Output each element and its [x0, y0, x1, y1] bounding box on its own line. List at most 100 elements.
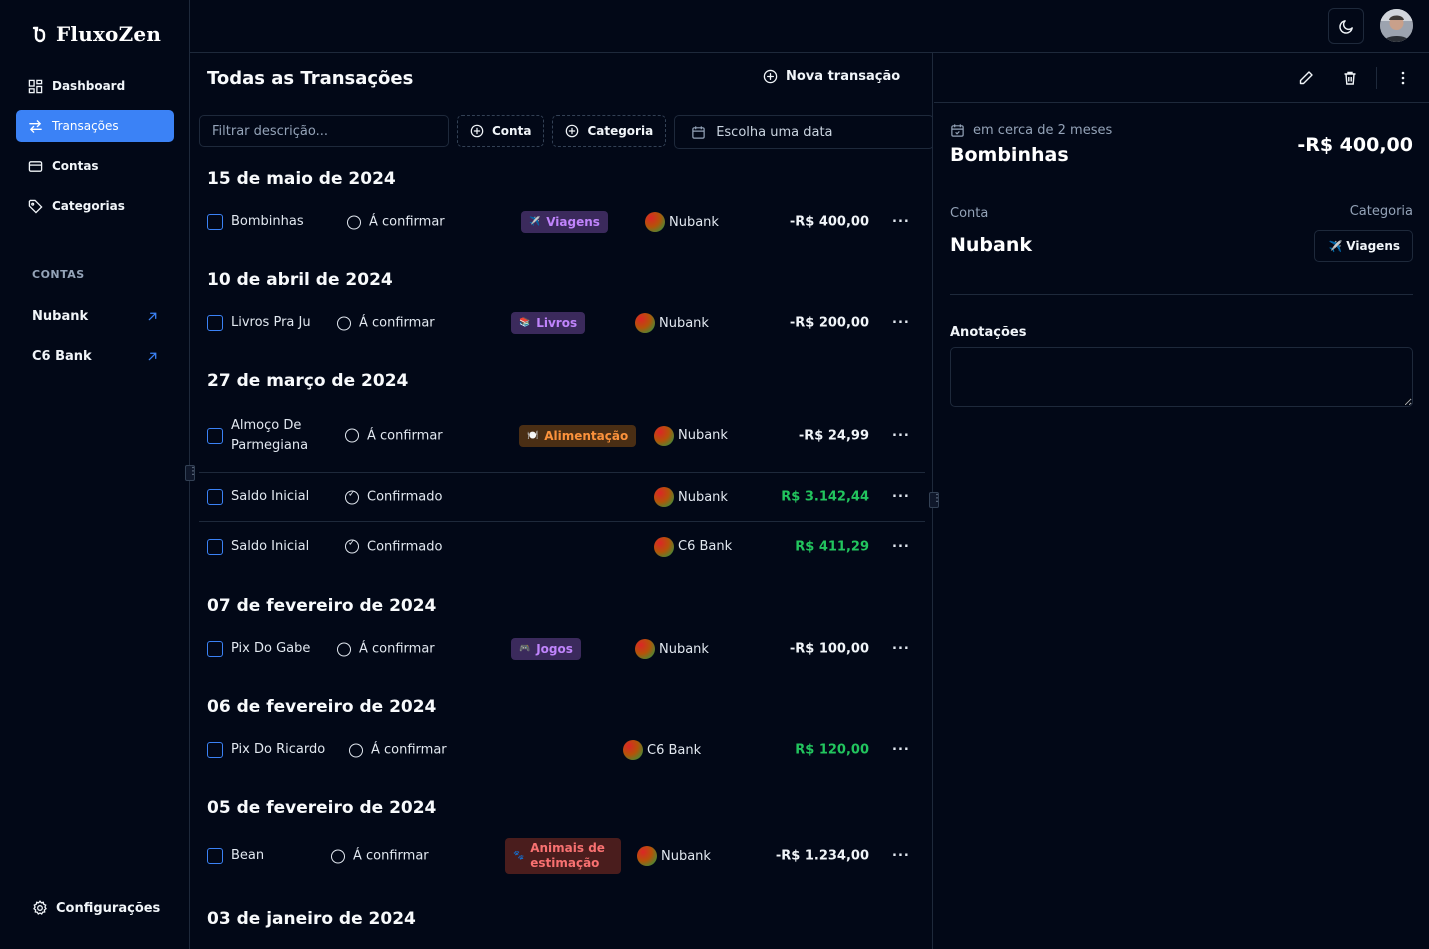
check-circle-icon	[345, 489, 359, 504]
category-badge[interactable]: 🍽️ Alimentação	[519, 424, 637, 447]
transaction-row[interactable]: Saldo Inicial Confirmado C6 Bank R$ 411,…	[199, 522, 925, 571]
row-checkbox[interactable]	[207, 214, 223, 230]
app-logo[interactable]: FluxoZen	[30, 22, 161, 46]
sidebar-resize-handle[interactable]	[185, 465, 198, 481]
transaction-status[interactable]: Confirmado	[345, 489, 443, 505]
pencil-icon	[1299, 71, 1313, 85]
account-filter-label: Conta	[492, 124, 532, 138]
delete-button[interactable]	[1342, 70, 1358, 86]
arrow-up-right-icon	[148, 352, 157, 360]
date-group-title: 27 de março de 2024	[207, 371, 409, 391]
detail-account: Nubank	[950, 234, 1033, 256]
row-checkbox[interactable]	[207, 641, 223, 657]
row-more-button[interactable]: ···	[892, 428, 910, 443]
circle-icon	[349, 743, 363, 757]
transaction-row[interactable]: Almoço De Parmegiana Á confirmar 🍽️ Alim…	[199, 399, 925, 473]
transaction-bank: Nubank	[645, 212, 719, 232]
transaction-row[interactable]: Bombinhas Á confirmar ✈️ Viagens Nubank …	[199, 197, 925, 247]
transaction-amount: R$ 120,00	[795, 742, 869, 758]
gear-icon	[33, 900, 47, 915]
transaction-row[interactable]: Pix Do Gabe Á confirmar 🎮 Jogos Nubank -…	[199, 624, 925, 674]
nav-accounts[interactable]: Contas	[16, 150, 174, 182]
detail-date-text: em cerca de 2 meses	[973, 123, 1113, 138]
transaction-status-label: Á confirmar	[359, 641, 435, 657]
more-options-button[interactable]	[1395, 70, 1411, 86]
dashboard-icon	[28, 79, 43, 93]
transaction-amount: -R$ 1.234,00	[775, 848, 869, 864]
transaction-row[interactable]: Pix Do Ricardo Á confirmar C6 Bank R$ 12…	[199, 725, 925, 775]
transaction-description: Saldo Inicial	[231, 538, 310, 554]
category-label: Livros	[536, 316, 578, 330]
transaction-amount: R$ 411,29	[795, 539, 869, 554]
sidebar-account-c6bank[interactable]: C6 Bank	[32, 340, 158, 372]
detail-category-button[interactable]: ✈️ Viagens	[1313, 230, 1413, 262]
nav-dashboard[interactable]: Dashboard	[16, 70, 174, 102]
nav-transactions[interactable]: Transações	[16, 110, 174, 142]
category-badge[interactable]: 🐾 Animais de estimação	[505, 838, 621, 874]
sidebar-account-nubank[interactable]: Nubank	[32, 300, 158, 332]
settings-link[interactable]: Configurações	[32, 900, 160, 916]
transaction-amount: R$ 3.142,44	[781, 489, 869, 505]
edit-button[interactable]	[1298, 70, 1314, 86]
category-badge[interactable]: ✈️ Viagens	[521, 211, 608, 233]
transaction-row[interactable]: Livros Pra Ju Á confirmar 📚 Livros Nuban…	[199, 298, 925, 348]
bank-label: Nubank	[669, 214, 719, 230]
theme-toggle-button[interactable]	[1328, 8, 1364, 44]
nav-transactions-label: Transações	[52, 119, 119, 133]
transaction-status-label: Confirmado	[367, 489, 443, 505]
transaction-status[interactable]: Á confirmar	[349, 743, 447, 758]
date-picker-button[interactable]: Escolha uma data	[674, 115, 932, 149]
row-checkbox[interactable]	[207, 848, 223, 864]
account-filter-button[interactable]: Conta	[457, 115, 545, 147]
transaction-status[interactable]: Confirmado	[345, 539, 442, 554]
row-more-button[interactable]: ···	[892, 490, 910, 505]
page-title: Todas as Transações	[207, 68, 414, 89]
date-group-title: 15 de maio de 2024	[207, 169, 396, 189]
category-badge[interactable]: 🎮 Jogos	[511, 638, 581, 660]
transaction-amount: -R$ 24,99	[798, 428, 869, 443]
category-filter-label: Categoria	[587, 124, 654, 138]
user-avatar[interactable]	[1380, 9, 1413, 42]
date-group-title: 06 de fevereiro de 2024	[207, 697, 437, 717]
row-more-button[interactable]: ···	[892, 849, 910, 864]
transaction-status[interactable]: Á confirmar	[331, 849, 429, 864]
avatar-photo	[1380, 9, 1413, 42]
transaction-row[interactable]: Saldo Inicial Confirmado Nubank R$ 3.142…	[199, 473, 925, 522]
row-checkbox[interactable]	[207, 742, 223, 758]
transaction-status[interactable]: Á confirmar	[337, 642, 435, 657]
circle-icon	[337, 642, 351, 656]
sidebar-accounts: Nubank C6 Bank	[32, 300, 158, 380]
transaction-amount: -R$ 200,00	[789, 315, 869, 331]
category-badge[interactable]: 📚 Livros	[511, 312, 586, 334]
bank-label: C6 Bank	[678, 539, 733, 554]
row-checkbox[interactable]	[207, 315, 223, 331]
category-filter-button[interactable]: Categoria	[552, 115, 667, 147]
transaction-status[interactable]: Á confirmar	[337, 316, 435, 331]
row-checkbox[interactable]	[207, 427, 223, 444]
transaction-bank: Nubank	[635, 313, 709, 333]
transaction-bank: Nubank	[654, 425, 728, 446]
notes-label: Anotações	[950, 325, 1027, 340]
row-more-button[interactable]: ···	[892, 215, 910, 230]
row-more-button[interactable]: ···	[892, 743, 910, 758]
transaction-status[interactable]: Á confirmar	[345, 428, 443, 443]
row-checkbox[interactable]	[207, 538, 223, 555]
fluxozen-logo-icon	[32, 26, 46, 43]
description-filter-input[interactable]	[199, 115, 449, 147]
transaction-description: Pix Do Gabe	[231, 641, 311, 656]
row-more-button[interactable]: ···	[892, 316, 910, 331]
notes-textarea[interactable]	[950, 347, 1413, 407]
bank-logo-icon	[635, 639, 655, 659]
transaction-status[interactable]: Á confirmar	[347, 215, 445, 230]
transaction-row[interactable]: Bean Á confirmar 🐾 Animais de estimação …	[199, 826, 925, 886]
row-checkbox[interactable]	[207, 489, 223, 505]
detail-amount: -R$ 400,00	[1297, 134, 1413, 156]
row-more-button[interactable]: ···	[892, 642, 910, 657]
settings-label: Configurações	[56, 900, 161, 916]
new-transaction-button[interactable]: Nova transação	[763, 69, 900, 84]
transaction-status-label: Confirmado	[367, 539, 443, 554]
row-more-button[interactable]: ···	[892, 539, 910, 554]
transaction-description: Livros Pra Ju	[231, 315, 311, 330]
transaction-status-label: Á confirmar	[369, 214, 445, 230]
nav-categories[interactable]: Categorias	[16, 190, 174, 222]
